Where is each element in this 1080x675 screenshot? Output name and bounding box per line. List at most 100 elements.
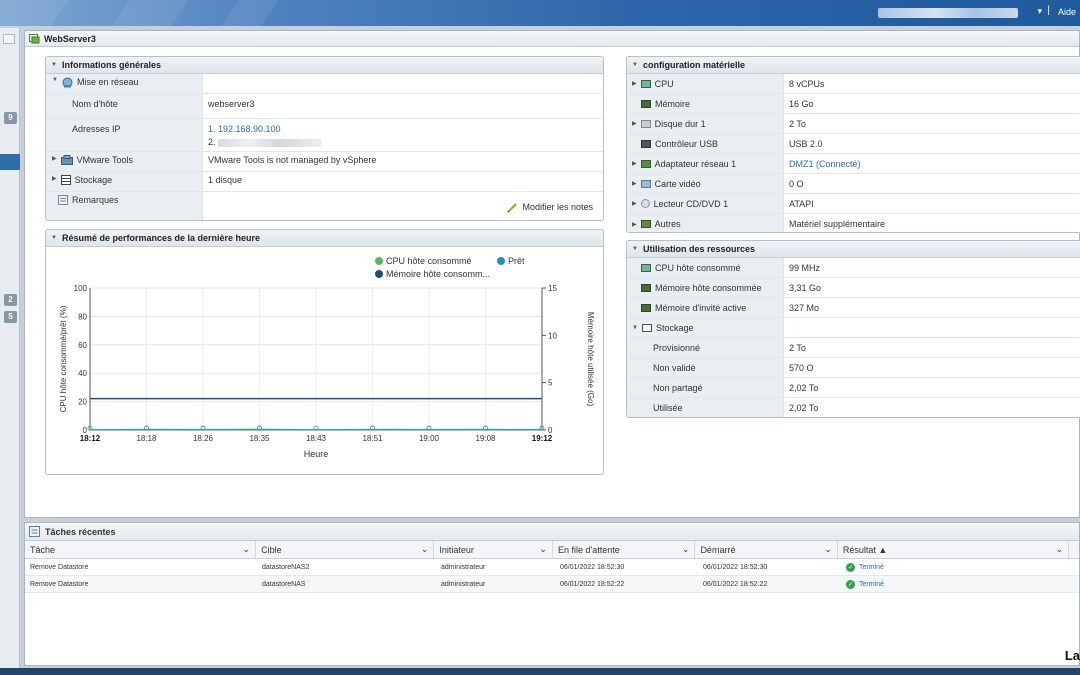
general-info-panel: ▼ Informations générales ▼ Mise en résea… [45, 56, 604, 221]
res-value: 327 Mo [789, 302, 820, 313]
hw-label-cell: Contrôleur USB [627, 134, 784, 153]
navigator-count-badge: 9 [4, 112, 17, 124]
result-link[interactable]: Terminé [859, 581, 884, 588]
ip-addresses-label: Adresses IP [46, 119, 203, 151]
chevron-down-icon[interactable]: ⌄ [243, 544, 251, 555]
hw-row-network: ▶ Adaptateur réseau 1 DMZ1 (Connecté) [627, 154, 1080, 174]
navigator-count-badge: 5 [4, 311, 17, 323]
chevron-down-icon[interactable]: ⌄ [824, 544, 832, 555]
success-check-icon: ✓ [846, 562, 855, 572]
vmware-tools-label-cell[interactable]: ▶ VMware Tools [46, 152, 203, 171]
network-label-cell[interactable]: ▼ Mise en réseau [46, 74, 203, 93]
user-menu-caret-icon[interactable]: ▾ [1037, 6, 1042, 17]
general-info-header[interactable]: ▼ Informations générales [46, 57, 603, 74]
hw-label-cell[interactable]: ▶ Autres [627, 214, 784, 232]
initiator-cell: administrateur [441, 580, 486, 588]
res-label-cell[interactable]: ▼ Stockage [627, 318, 784, 337]
panel-title: configuration matérielle [642, 60, 745, 70]
chevron-down-icon[interactable]: ⌄ [682, 544, 690, 555]
hw-row-cd-dvd: ▶ Lecteur CD/DVD 1 ATAPI [627, 194, 1080, 214]
help-menu[interactable]: Aide [1058, 7, 1076, 17]
legend-marker [375, 270, 383, 278]
storage-row: ▶ Stockage 1 disque [46, 172, 603, 192]
expand-triangle-icon[interactable]: ▶ [632, 200, 637, 207]
performance-chart: CPU hôte consommé Prêt Mémoire hôte consom… [59, 256, 595, 459]
expand-triangle-icon[interactable]: ▼ [632, 325, 638, 331]
expand-triangle-icon[interactable]: ▶ [632, 160, 637, 167]
res-label-cell: Mémoire d'invité active [627, 298, 784, 317]
ip-address-1[interactable]: 1. 192.168.90.100 [208, 124, 603, 134]
table-row[interactable]: Remove Datastore datastoreNAS2 administr… [25, 559, 1079, 576]
expand-triangle-icon[interactable]: ▶ [52, 155, 57, 162]
vmware-tools-label: VMware Tools [76, 155, 133, 165]
expand-triangle-icon[interactable]: ▶ [52, 175, 57, 182]
expand-triangle-icon[interactable]: ▶ [632, 180, 637, 187]
task-cell: Remove Datastore [30, 563, 89, 571]
vm-title: WebServer3 [44, 33, 96, 44]
hostname-value[interactable]: webserver3 [203, 94, 603, 118]
hw-label-cell[interactable]: ▶ Adaptateur réseau 1 [627, 154, 784, 173]
res-value: 99 MHz [789, 262, 821, 273]
column-header-target[interactable]: Cible ⌄ [256, 541, 435, 558]
column-header-task[interactable]: Tâche ⌄ [25, 541, 257, 558]
performance-header[interactable]: ▼ Résumé de performances de la dernière … [46, 230, 603, 247]
vm-summary-pane: WebServer3 ▼ Informations générales ▼ Mi… [24, 30, 1080, 518]
user-menu[interactable] [878, 8, 1018, 18]
hw-row-cpu: ▶ CPU 8 vCPUs [627, 74, 1080, 94]
column-label: Démarré [700, 544, 736, 555]
column-header-queued[interactable]: En file d'attente ⌄ [553, 541, 696, 558]
hardware-header[interactable]: ▼ configuration matérielle [627, 57, 1080, 74]
expand-triangle-icon[interactable]: ▶ [632, 221, 637, 228]
network-connection-link[interactable]: DMZ1 (Connecté) [784, 154, 1080, 173]
top-banner: ▾ | Aide [0, 0, 1080, 26]
expand-triangle-icon[interactable]: ▶ [632, 80, 637, 87]
hw-row-disk: ▶ Disque dur 1 2 To [627, 114, 1080, 134]
hw-label-cell[interactable]: ▶ Lecteur CD/DVD 1 [627, 194, 784, 213]
expand-triangle-icon[interactable]: ▶ [632, 120, 637, 127]
hw-label-cell[interactable]: ▶ Disque dur 1 [627, 114, 784, 133]
corner-watermark-text: La [1064, 648, 1080, 663]
column-header-result[interactable]: Résultat ▲ ⌄ [838, 541, 1069, 558]
result-link[interactable]: Terminé [859, 564, 884, 571]
hw-row-usb: Contrôleur USB USB 2.0 [627, 134, 1080, 154]
res-value: 2,02 To [789, 382, 819, 393]
column-header-started[interactable]: Démarré ⌄ [695, 541, 838, 558]
navigator-selected-item[interactable] [0, 154, 20, 170]
expand-triangle-icon[interactable]: ▼ [52, 77, 58, 83]
y-left-tick-label: 60 [78, 341, 87, 350]
hw-label: Adaptateur réseau 1 [654, 158, 737, 169]
legend-marker [497, 257, 505, 265]
memory-icon [641, 99, 651, 108]
hw-label: Contrôleur USB [655, 138, 719, 149]
edit-notes-button[interactable]: Modifier les notes [507, 202, 593, 213]
resource-usage-header[interactable]: ▼ Utilisation des ressources [627, 241, 1080, 258]
res-label: Non validé [627, 358, 784, 377]
pencil-icon [507, 202, 518, 213]
banner-decoration [0, 0, 70, 26]
target-cell: datastoreNAS2 [262, 563, 310, 571]
y-left-tick-label: 20 [78, 398, 87, 407]
x-tick-label: 18:26 [193, 434, 214, 443]
chevron-down-icon[interactable]: ⌄ [539, 544, 547, 555]
bottom-status-bar [0, 668, 1080, 675]
hostname-row: Nom d'hôte webserver3 [46, 94, 603, 119]
chevron-down-icon[interactable]: ⌄ [1055, 544, 1063, 555]
collapse-navigator-button[interactable] [3, 34, 15, 44]
banner-decoration [110, 0, 190, 26]
column-header-more[interactable] [1069, 541, 1079, 558]
network-value [203, 74, 603, 93]
storage-label-cell[interactable]: ▶ Stockage [46, 172, 203, 191]
redacted-ip [218, 138, 323, 147]
res-label: Provisionné [627, 338, 784, 357]
queued-cell: 06/01/2022 18:52:30 [560, 563, 625, 571]
column-label: Tâche [30, 544, 56, 555]
y-left-tick-label: 40 [78, 369, 87, 378]
hw-label-cell[interactable]: ▶ Carte vidéo [627, 174, 784, 193]
chevron-down-icon[interactable]: ⌄ [421, 544, 429, 555]
hw-label-cell[interactable]: ▶ CPU [627, 74, 784, 93]
hw-label: Autres [654, 219, 681, 229]
table-row[interactable]: Remove Datastore datastoreNAS administra… [25, 576, 1079, 593]
hw-label: CPU [654, 78, 674, 89]
column-header-initiator[interactable]: Initiateur ⌄ [434, 541, 553, 558]
x-axis-title: Heure [304, 449, 329, 459]
